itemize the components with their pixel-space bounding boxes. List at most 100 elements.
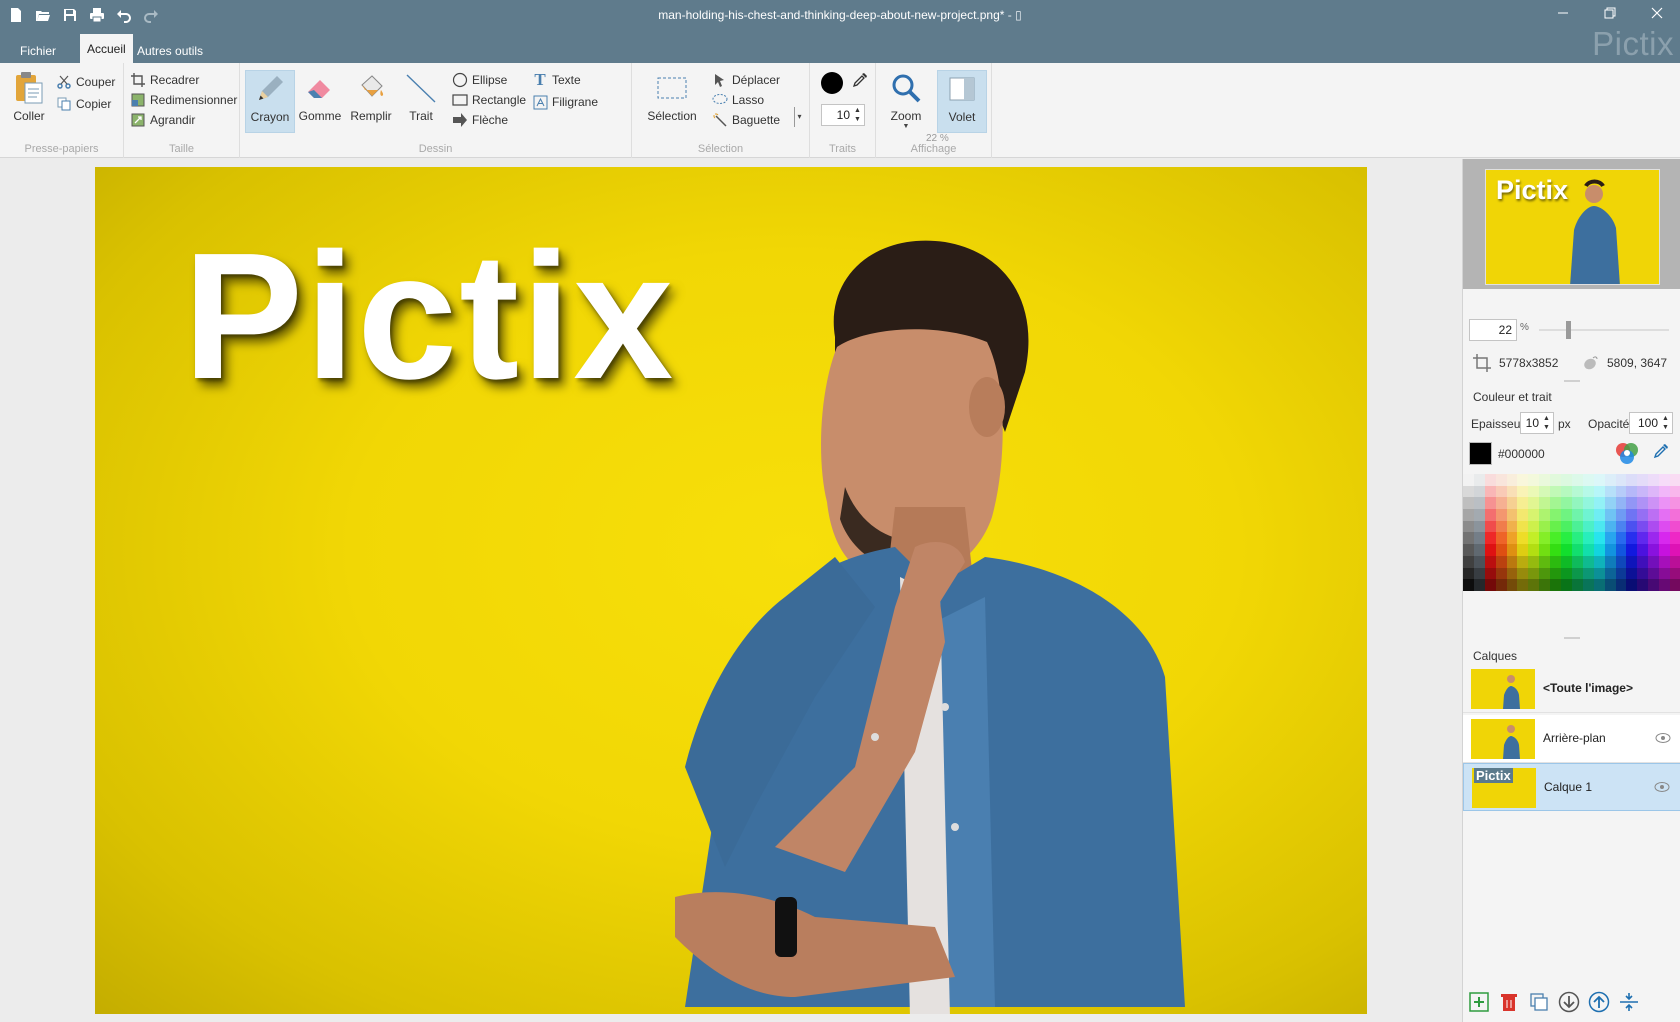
palette-swatch[interactable]	[1571, 497, 1583, 510]
palette-swatch[interactable]	[1561, 497, 1572, 510]
move-tool-button[interactable]: Déplacer	[712, 70, 780, 90]
palette-swatch[interactable]	[1670, 485, 1680, 498]
palette-swatch[interactable]	[1648, 509, 1660, 521]
palette-swatch[interactable]	[1506, 485, 1518, 498]
palette-swatch[interactable]	[1561, 509, 1572, 521]
palette-swatch[interactable]	[1659, 520, 1671, 533]
palette-swatch[interactable]	[1484, 474, 1496, 486]
palette-swatch[interactable]	[1561, 485, 1572, 498]
palette-swatch[interactable]	[1495, 532, 1507, 545]
palette-swatch[interactable]	[1648, 555, 1660, 568]
opacity-input[interactable]: 100 ▲ ▼	[1629, 412, 1673, 434]
panel-eyedropper-button[interactable]	[1653, 443, 1671, 461]
palette-swatch[interactable]	[1637, 520, 1649, 533]
palette-swatch[interactable]	[1550, 567, 1562, 580]
palette-swatch[interactable]	[1637, 474, 1649, 486]
palette-swatch[interactable]	[1615, 520, 1627, 533]
thickness-spinner[interactable]: ▲ ▼	[1541, 414, 1552, 432]
palette-swatch[interactable]	[1473, 555, 1485, 568]
palette-swatch[interactable]	[1604, 474, 1616, 486]
pane-toggle-button[interactable]: Volet	[937, 70, 987, 133]
palette-swatch[interactable]	[1463, 579, 1474, 591]
palette-swatch[interactable]	[1637, 544, 1649, 556]
palette-swatch[interactable]	[1615, 474, 1627, 486]
add-layer-button[interactable]	[1467, 990, 1491, 1014]
palette-swatch[interactable]	[1582, 474, 1594, 486]
palette-swatch[interactable]	[1473, 567, 1485, 580]
palette-swatch[interactable]	[1550, 555, 1562, 568]
palette-swatch[interactable]	[1626, 520, 1638, 533]
palette-swatch[interactable]	[1571, 485, 1583, 498]
layer-background[interactable]: Arrière-plan	[1463, 715, 1680, 763]
palette-swatch[interactable]	[1528, 509, 1540, 521]
palette-swatch[interactable]	[1593, 485, 1605, 498]
palette-swatch[interactable]	[1484, 579, 1496, 591]
stroke-size-input[interactable]: 10 ▲ ▼	[821, 104, 865, 126]
palette-swatch[interactable]	[1670, 520, 1680, 533]
palette-swatch[interactable]	[1626, 567, 1638, 580]
line-tool-button[interactable]: Trait	[396, 70, 446, 133]
arrow-tool-button[interactable]: Flèche	[452, 110, 508, 130]
palette-swatch[interactable]	[1582, 509, 1594, 521]
zoom-percent-input[interactable]: 22	[1469, 319, 1517, 341]
palette-swatch[interactable]	[1517, 555, 1529, 568]
palette-swatch[interactable]	[1517, 485, 1529, 498]
palette-swatch[interactable]	[1561, 544, 1572, 556]
palette-swatch[interactable]	[1626, 509, 1638, 521]
navigator[interactable]: Pictix	[1463, 159, 1680, 289]
palette-swatch[interactable]	[1463, 485, 1474, 498]
image-canvas[interactable]: Pictix	[95, 167, 1367, 1014]
palette-swatch[interactable]	[1626, 497, 1638, 510]
palette-swatch[interactable]	[1582, 544, 1594, 556]
zoom-slider-thumb[interactable]	[1566, 321, 1571, 339]
palette-swatch[interactable]	[1517, 532, 1529, 545]
palette-swatch[interactable]	[1648, 485, 1660, 498]
palette-swatch[interactable]	[1473, 474, 1485, 486]
palette-swatch[interactable]	[1615, 567, 1627, 580]
palette-swatch[interactable]	[1593, 532, 1605, 545]
palette-swatch[interactable]	[1582, 532, 1594, 545]
palette-swatch[interactable]	[1659, 497, 1671, 510]
palette-swatch[interactable]	[1506, 497, 1518, 510]
palette-swatch[interactable]	[1463, 555, 1474, 568]
palette-swatch[interactable]	[1604, 509, 1616, 521]
palette-swatch[interactable]	[1463, 544, 1474, 556]
move-layer-down-button[interactable]	[1557, 990, 1581, 1014]
palette-swatch[interactable]	[1637, 567, 1649, 580]
palette-swatch[interactable]	[1561, 579, 1572, 591]
palette-swatch[interactable]	[1571, 579, 1583, 591]
palette-swatch[interactable]	[1550, 544, 1562, 556]
palette-swatch[interactable]	[1506, 567, 1518, 580]
palette-swatch[interactable]	[1495, 555, 1507, 568]
eye-icon[interactable]	[1654, 779, 1670, 795]
canvas-overlay-text[interactable]: Pictix	[183, 227, 675, 407]
palette-swatch[interactable]	[1626, 579, 1638, 591]
palette-swatch[interactable]	[1582, 555, 1594, 568]
palette-swatch[interactable]	[1561, 474, 1572, 486]
restore-button[interactable]	[1586, 0, 1633, 26]
palette-swatch[interactable]	[1571, 544, 1583, 556]
palette-swatch[interactable]	[1484, 544, 1496, 556]
palette-swatch[interactable]	[1571, 555, 1583, 568]
palette-swatch[interactable]	[1506, 544, 1518, 556]
palette-swatch[interactable]	[1550, 485, 1562, 498]
palette-swatch[interactable]	[1463, 567, 1474, 580]
palette-swatch[interactable]	[1604, 532, 1616, 545]
palette-swatch[interactable]	[1659, 567, 1671, 580]
palette-swatch[interactable]	[1659, 532, 1671, 545]
copy-button[interactable]: Copier	[56, 94, 111, 114]
palette-swatch[interactable]	[1463, 509, 1474, 521]
palette-swatch[interactable]	[1495, 497, 1507, 510]
palette-swatch[interactable]	[1604, 579, 1616, 591]
palette-swatch[interactable]	[1484, 567, 1496, 580]
palette-swatch[interactable]	[1593, 520, 1605, 533]
palette-swatch[interactable]	[1528, 497, 1540, 510]
palette-swatch[interactable]	[1648, 579, 1660, 591]
palette-swatch[interactable]	[1615, 555, 1627, 568]
palette-swatch[interactable]	[1571, 520, 1583, 533]
palette-swatch[interactable]	[1637, 497, 1649, 510]
palette-swatch[interactable]	[1550, 532, 1562, 545]
palette-swatch[interactable]	[1463, 474, 1474, 486]
palette-swatch[interactable]	[1539, 555, 1551, 568]
palette-swatch[interactable]	[1484, 485, 1496, 498]
